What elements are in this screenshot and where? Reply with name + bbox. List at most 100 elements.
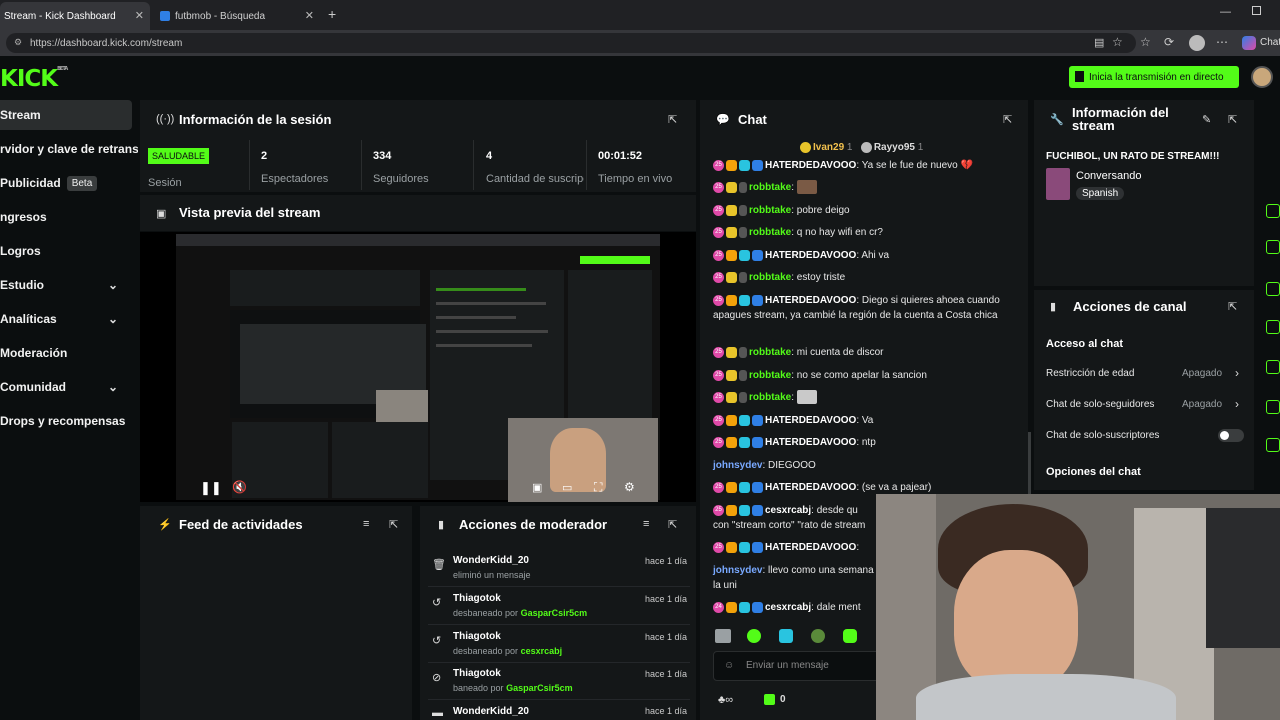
stream-preview-video[interactable]: ❚❚ 🔇 ▣ ▭ ⛶ ⚙ [140, 232, 696, 502]
sidebar-item-income[interactable]: ngresos [0, 202, 132, 232]
frog-emote-icon[interactable] [811, 629, 825, 643]
favorites-bar-icon[interactable]: ☆ [1140, 35, 1151, 49]
chat-username[interactable]: robbtake [749, 182, 791, 193]
chat-message[interactable]: 25 robbtake: pobre deigo [713, 203, 885, 218]
chat-message[interactable]: 25 robbtake: q no hay wifi en cr? [713, 225, 885, 240]
chat-message[interactable]: 25 HATERDEDAVOOO: [713, 540, 885, 555]
filter-icon[interactable]: ≡ [643, 518, 649, 530]
sidebar-item-server-key[interactable]: rvidor y clave de retransm [0, 134, 138, 164]
sidebar-item-moderation[interactable]: Moderación [0, 338, 132, 368]
popout-icon[interactable]: ⇱ [668, 113, 677, 126]
pinned-user[interactable]: Ivan29 [813, 142, 844, 153]
chat-username[interactable]: robbtake [749, 370, 791, 381]
chat-username[interactable]: cesxrcabj [765, 505, 811, 516]
url-input[interactable]: ⚙ https://dashboard.kick.com/stream [6, 33, 1136, 53]
chevron-right-icon[interactable]: › [1235, 397, 1239, 411]
chat-username[interactable]: robbtake [749, 272, 791, 283]
more-icon[interactable]: ⋯ [1216, 35, 1228, 49]
mod-user[interactable]: WonderKidd_20 [453, 706, 529, 717]
minimize-icon[interactable]: — [1220, 6, 1231, 18]
tool-icon[interactable] [1266, 400, 1280, 414]
extensions-icon[interactable]: ⟳ [1164, 35, 1174, 49]
chat-message[interactable]: 25 HATERDEDAVOOO: Va [713, 413, 885, 428]
chat-username[interactable]: HATERDEDAVOOO [765, 482, 856, 493]
close-icon[interactable]: ✕ [305, 9, 314, 22]
kick-logo[interactable]: KICKBETA [0, 66, 68, 92]
chat-username[interactable]: robbtake [749, 227, 791, 238]
maximize-icon[interactable] [1252, 6, 1261, 15]
emoji-icon[interactable]: ☺ [724, 660, 734, 671]
age-restriction-value[interactable]: Apagado [1182, 368, 1222, 379]
kick-emote-icon[interactable] [747, 629, 761, 643]
chat-message[interactable]: johnsydev: llevo como una semana [713, 563, 885, 578]
tool-icon[interactable] [1266, 360, 1280, 374]
filter-icon[interactable]: ≡ [363, 518, 369, 530]
edit-icon[interactable]: ✎ [1202, 113, 1211, 126]
chat-message[interactable]: 25 HATERDEDAVOOO: Diego si quieres ahoea … [713, 293, 1003, 323]
subscribers-only-toggle[interactable] [1218, 429, 1244, 442]
chat-username[interactable]: HATERDEDAVOOO [765, 542, 856, 553]
chatters-icon[interactable]: ♣∞ [718, 694, 733, 706]
chat-username[interactable]: HATERDEDAVOOO [765, 295, 856, 306]
sidebar-item-studio[interactable]: Estudio ⌄ [0, 270, 132, 300]
popout-icon[interactable]: ⇱ [1228, 300, 1237, 313]
chat-message[interactable]: 25 robbtake: mi cuenta de discor [713, 345, 885, 360]
browser-tab-search[interactable]: futbmob - Búsqueda ✕ [156, 2, 320, 30]
pause-icon[interactable]: ❚❚ [200, 480, 222, 496]
chat-message[interactable]: 24 cesxrcabj: dale ment [713, 600, 885, 615]
pip-icon[interactable]: ▣ [532, 481, 542, 494]
close-icon[interactable]: ✕ [135, 9, 144, 22]
chat-username[interactable]: robbtake [749, 392, 791, 403]
mod-by-user[interactable]: GasparCsir5cm [521, 608, 588, 618]
chat-scrollbar[interactable] [1028, 432, 1031, 502]
user-avatar[interactable] [1251, 66, 1273, 88]
category-name[interactable]: Conversando [1076, 170, 1141, 182]
mod-by-user[interactable]: cesxrcabj [521, 646, 563, 656]
sidebar-item-ads[interactable]: Publicidad Beta [0, 168, 132, 198]
chat-username[interactable]: cesxrcabj [765, 602, 811, 613]
theater-icon[interactable]: ▭ [562, 481, 572, 494]
popout-icon[interactable]: ⇱ [389, 518, 398, 531]
tool-icon[interactable] [1266, 320, 1280, 334]
chat-message[interactable]: 25 HATERDEDAVOOO: (se va a pajear) [713, 480, 953, 495]
tool-icon[interactable] [1266, 240, 1280, 254]
popout-icon[interactable]: ⇱ [668, 518, 677, 531]
chat-username[interactable]: robbtake [749, 347, 791, 358]
popout-icon[interactable]: ⇱ [1228, 113, 1237, 126]
sidebar-item-stream[interactable]: Stream [0, 100, 132, 130]
followers-only-value[interactable]: Apagado [1182, 399, 1222, 410]
tool-icon[interactable] [1266, 204, 1280, 218]
favorite-icon[interactable]: ☆ [1112, 35, 1123, 49]
chevron-right-icon[interactable]: › [1235, 366, 1239, 380]
chat-message[interactable]: 25 robbtake: estoy triste [713, 270, 885, 285]
smile-emote-icon[interactable] [843, 629, 857, 643]
go-live-button[interactable]: Inicia la transmisión en directo [1069, 66, 1239, 88]
mod-by-user[interactable]: GasparCsir5cm [506, 683, 573, 693]
mod-user[interactable]: Thiagotok [453, 631, 501, 642]
chat-input[interactable]: ☺ Enviar un mensaje [713, 651, 883, 681]
new-tab-icon[interactable]: + [328, 6, 336, 22]
sidebar-item-analytics[interactable]: Analíticas ⌄ [0, 304, 132, 334]
chat-username[interactable]: johnsydev [713, 460, 762, 471]
copilot-icon[interactable] [1242, 36, 1256, 50]
chat-message[interactable]: 25 robbtake: [713, 390, 885, 405]
emote-image-icon[interactable] [715, 629, 731, 643]
chat-message[interactable]: johnsydev: DIEGOOO [713, 458, 885, 473]
chat-username[interactable]: HATERDEDAVOOO [765, 415, 856, 426]
mod-user[interactable]: Thiagotok [453, 668, 501, 679]
settings-icon[interactable]: ⚙ [624, 480, 635, 494]
mod-user[interactable]: WonderKidd_20 [453, 555, 529, 566]
tool-icon[interactable] [1266, 282, 1280, 296]
popout-icon[interactable]: ⇱ [1003, 113, 1012, 126]
reader-icon[interactable]: ▤ [1094, 36, 1104, 49]
tool-icon[interactable] [1266, 438, 1280, 452]
site-info-icon[interactable]: ⚙ [14, 37, 22, 48]
mute-icon[interactable]: 🔇 [232, 480, 247, 494]
chat-message[interactable]: 25 cesxrcabj: desde qu [713, 503, 885, 518]
browser-tab-kick[interactable]: Stream - Kick Dashboard ✕ [0, 2, 150, 30]
chat-message[interactable]: 25 robbtake: no se como apelar la sancion [713, 368, 1013, 383]
chat-username[interactable]: robbtake [749, 205, 791, 216]
chat-username[interactable]: HATERDEDAVOOO [765, 437, 856, 448]
chat-username[interactable]: HATERDEDAVOOO [765, 160, 856, 171]
sidebar-item-community[interactable]: Comunidad ⌄ [0, 372, 132, 402]
